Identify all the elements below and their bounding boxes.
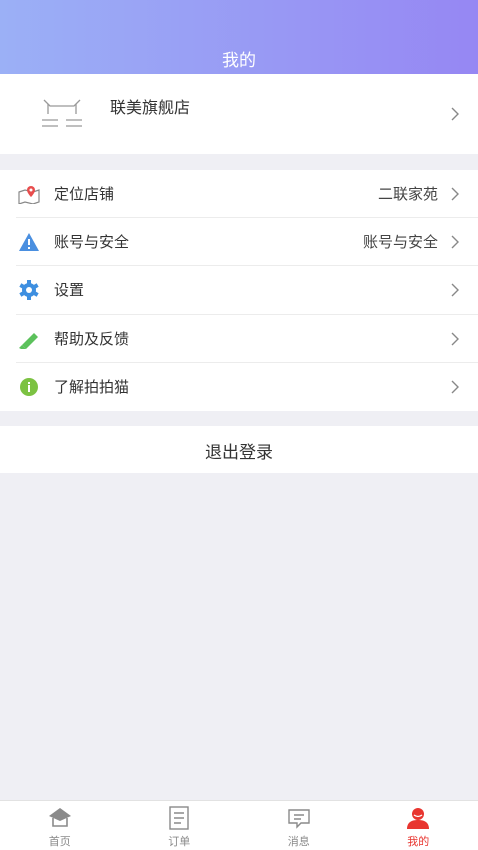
tab-label: 我的 bbox=[407, 835, 430, 848]
tab-label: 订单 bbox=[168, 835, 191, 848]
menu-label: 帮助及反馈 bbox=[54, 329, 130, 348]
menu-value: 账号与安全 bbox=[362, 233, 438, 252]
tab-orders[interactable]: 订单 bbox=[120, 801, 240, 850]
order-icon bbox=[169, 806, 189, 830]
menu-label: 设置 bbox=[54, 281, 85, 300]
header: 我的 bbox=[0, 0, 478, 74]
bottom-tab-bar: 首页 订单 消息 我的 bbox=[0, 800, 478, 850]
gear-icon bbox=[19, 280, 39, 301]
store-logo-icon bbox=[42, 99, 82, 127]
settings-menu: 定位店铺 二联家苑 账号与安全 账号与安全 设置 帮助及反馈 了解拍拍猫 bbox=[0, 170, 478, 411]
pencil-icon bbox=[19, 332, 38, 349]
logout-label: 退出登录 bbox=[205, 443, 273, 463]
menu-value: 二联家苑 bbox=[377, 185, 438, 203]
tab-mine[interactable]: 我的 bbox=[359, 801, 478, 850]
chevron-right-icon bbox=[451, 187, 459, 201]
menu-label: 了解拍拍猫 bbox=[54, 377, 130, 396]
chevron-right-icon bbox=[451, 235, 459, 249]
menu-label: 定位店铺 bbox=[54, 185, 115, 203]
menu-item-help-feedback[interactable]: 帮助及反馈 bbox=[0, 315, 478, 363]
menu-item-about[interactable]: 了解拍拍猫 bbox=[0, 363, 478, 411]
store-profile-row[interactable]: 联美旗舰店 bbox=[0, 74, 478, 154]
chevron-right-icon bbox=[451, 332, 459, 346]
page-title: 我的 bbox=[222, 51, 256, 71]
menu-item-settings[interactable]: 设置 bbox=[0, 266, 478, 315]
menu-item-locate-store[interactable]: 定位店铺 二联家苑 bbox=[0, 170, 478, 219]
chevron-right-icon bbox=[451, 380, 459, 394]
logout-button[interactable]: 退出登录 bbox=[0, 426, 478, 473]
info-icon bbox=[20, 377, 38, 396]
tab-label: 首页 bbox=[48, 835, 71, 848]
tab-messages[interactable]: 消息 bbox=[239, 801, 359, 850]
message-icon bbox=[288, 809, 310, 829]
home-icon bbox=[48, 808, 71, 827]
tab-label: 消息 bbox=[287, 835, 310, 848]
warning-icon bbox=[19, 233, 39, 252]
menu-item-account-security[interactable]: 账号与安全 账号与安全 bbox=[0, 218, 478, 267]
tab-home[interactable]: 首页 bbox=[0, 801, 120, 850]
profile-icon bbox=[407, 808, 430, 829]
store-name: 联美旗舰店 bbox=[110, 98, 191, 117]
menu-label: 账号与安全 bbox=[54, 233, 130, 252]
chevron-right-icon bbox=[451, 283, 459, 297]
map-pin-icon bbox=[18, 186, 40, 204]
chevron-right-icon bbox=[451, 107, 459, 121]
